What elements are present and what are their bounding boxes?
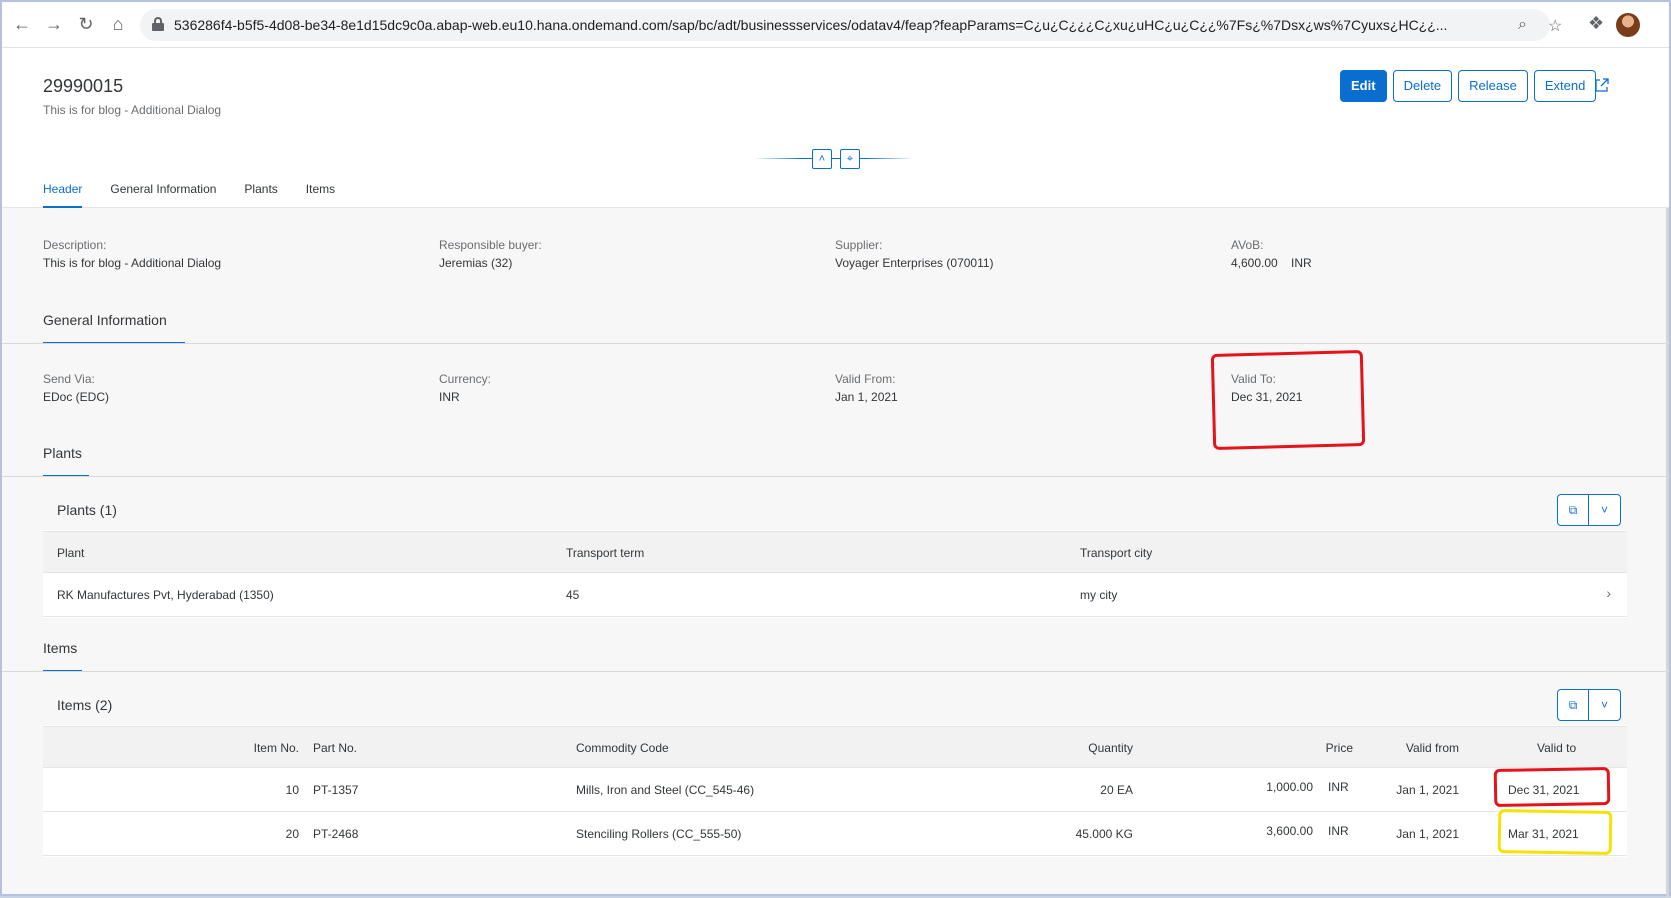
field-currency: Currency: INR bbox=[439, 372, 492, 404]
extensions-puzzle-icon[interactable]: ❖ bbox=[1588, 13, 1604, 34]
cell-price-currency: INR bbox=[1328, 780, 1349, 794]
tab-general-information[interactable]: General Information bbox=[110, 182, 216, 208]
highlight-item-valid-to-mar bbox=[1497, 809, 1613, 855]
share-icon[interactable] bbox=[1594, 77, 1610, 93]
column-header-valid-to[interactable]: Valid to bbox=[1537, 741, 1576, 755]
items-table-toolbar: Items (2) ⧉ ˅ bbox=[43, 683, 1627, 725]
cell-transport-term: 45 bbox=[566, 588, 580, 602]
tab-plants[interactable]: Plants bbox=[244, 182, 277, 208]
items-export-menu: ⧉ ˅ bbox=[1557, 689, 1621, 721]
section-title-general-information: General Information bbox=[43, 312, 167, 328]
lock-icon bbox=[152, 17, 164, 31]
column-header-transport-city[interactable]: Transport city bbox=[1080, 546, 1152, 560]
cell-quantity: 20 EA bbox=[1100, 783, 1133, 797]
plants-table: Plants (1) ⧉ ˅ Plant Transport term Tran… bbox=[43, 488, 1627, 618]
plants-table-title: Plants (1) bbox=[57, 502, 117, 518]
cell-valid-from: Jan 1, 2021 bbox=[1396, 783, 1459, 797]
address-bar[interactable]: 536286f4-b5f5-4d08-be34-8e1d15dc9c0a.aba… bbox=[140, 9, 1562, 41]
highlight-valid-to bbox=[1210, 350, 1366, 450]
cell-transport-city: my city bbox=[1080, 588, 1118, 602]
delete-button[interactable]: Delete bbox=[1392, 70, 1453, 102]
field-supplier: Supplier: Voyager Enterprises (070011) bbox=[835, 238, 994, 270]
bookmark-star-icon[interactable]: ☆ bbox=[1548, 16, 1562, 36]
column-header-quantity[interactable]: Quantity bbox=[983, 741, 1133, 755]
column-header-item-no[interactable]: Item No. bbox=[203, 741, 299, 755]
extend-button[interactable]: Extend bbox=[1533, 70, 1597, 102]
header-actions: Edit Delete Release Extend bbox=[1340, 70, 1597, 102]
pin-header-icon[interactable]: ⌖ bbox=[840, 149, 860, 169]
edit-button[interactable]: Edit bbox=[1340, 70, 1387, 102]
page-subtitle: This is for blog - Additional Dialog bbox=[43, 103, 222, 117]
field-valid-from: Valid From: Jan 1, 2021 bbox=[835, 372, 898, 404]
url-text[interactable]: 536286f4-b5f5-4d08-be34-8e1d15dc9c0a.aba… bbox=[174, 17, 1474, 33]
collapse-header-icon[interactable]: ˄ bbox=[812, 149, 832, 169]
cell-item-no: 10 bbox=[285, 783, 299, 797]
section-title-plants: Plants bbox=[43, 445, 82, 461]
tab-header[interactable]: Header bbox=[43, 182, 83, 208]
back-arrow-icon[interactable]: ← bbox=[10, 12, 34, 36]
plants-export-menu: ⧉ ˅ bbox=[1557, 494, 1621, 526]
field-description: Description: This is for blog - Addition… bbox=[43, 238, 222, 270]
cell-quantity: 45.000 KG bbox=[1075, 827, 1133, 841]
cell-plant: RK Manufactures Pvt, Hyderabad (1350) bbox=[57, 588, 274, 602]
field-send-via: Send Via: EDoc (EDC) bbox=[43, 372, 110, 404]
anchor-tabs: Header General Information Plants Items bbox=[43, 182, 335, 208]
copy-icon[interactable]: ⧉ bbox=[1558, 495, 1590, 525]
section-divider bbox=[2, 671, 1669, 672]
cell-price-currency: INR bbox=[1328, 824, 1349, 838]
table-row[interactable]: 20 PT-2468 Stenciling Rollers (CC_555-50… bbox=[43, 812, 1627, 856]
highlight-item-valid-to-dec bbox=[1493, 766, 1611, 808]
column-header-plant[interactable]: Plant bbox=[57, 546, 84, 560]
items-table: Items (2) ⧉ ˅ Item No. Part No. Commodit… bbox=[43, 683, 1627, 857]
field-avob: AVoB: 4,600.00 INR bbox=[1231, 238, 1312, 270]
section-divider bbox=[2, 476, 1669, 477]
column-header-price[interactable]: Price bbox=[1243, 741, 1353, 755]
field-responsible-buyer: Responsible buyer: Jeremias (32) bbox=[439, 238, 542, 270]
column-header-transport-term[interactable]: Transport term bbox=[566, 546, 644, 560]
zoom-icon[interactable]: ⌕ bbox=[1518, 16, 1527, 34]
forward-arrow-icon[interactable]: → bbox=[42, 12, 66, 36]
plants-table-toolbar: Plants (1) ⧉ ˅ bbox=[43, 488, 1627, 530]
cell-commodity-code: Stenciling Rollers (CC_555-50) bbox=[576, 827, 742, 841]
cell-item-no: 20 bbox=[285, 827, 299, 841]
chevron-down-icon[interactable]: ˅ bbox=[1589, 495, 1620, 525]
cell-price: 1,000.00 bbox=[1266, 780, 1313, 794]
items-table-header: Item No. Part No. Commodity Code Quantit… bbox=[43, 726, 1627, 768]
chevron-right-icon[interactable]: › bbox=[1606, 585, 1611, 601]
column-header-commodity-code[interactable]: Commodity Code bbox=[576, 741, 669, 755]
plants-table-header: Plant Transport term Transport city bbox=[43, 531, 1627, 573]
tab-items[interactable]: Items bbox=[306, 182, 335, 208]
page-title: 29990015 bbox=[43, 76, 124, 96]
cell-valid-from: Jan 1, 2021 bbox=[1396, 827, 1459, 841]
column-header-valid-from[interactable]: Valid from bbox=[1363, 741, 1459, 755]
section-divider bbox=[2, 343, 1669, 344]
home-icon[interactable]: ⌂ bbox=[106, 12, 130, 36]
chevron-down-icon[interactable]: ˅ bbox=[1589, 690, 1620, 720]
profile-avatar[interactable] bbox=[1616, 13, 1640, 37]
items-table-title: Items (2) bbox=[57, 697, 113, 713]
copy-icon[interactable]: ⧉ bbox=[1558, 690, 1590, 720]
header-collapse-line bbox=[754, 158, 914, 159]
cell-part-no: PT-1357 bbox=[313, 783, 359, 797]
cell-price: 3,600.00 bbox=[1266, 824, 1313, 838]
column-header-part-no[interactable]: Part No. bbox=[313, 741, 357, 755]
reload-icon[interactable]: ↻ bbox=[74, 12, 98, 36]
cell-commodity-code: Mills, Iron and Steel (CC_545-46) bbox=[576, 783, 755, 797]
table-row[interactable]: 10 PT-1357 Mills, Iron and Steel (CC_545… bbox=[43, 768, 1627, 812]
table-row[interactable]: RK Manufactures Pvt, Hyderabad (1350) 45… bbox=[43, 573, 1627, 617]
app-window: ← → ↻ ⌂ 536286f4-b5f5-4d08-be34-8e1d15dc… bbox=[0, 0, 1671, 898]
release-button[interactable]: Release bbox=[1458, 70, 1528, 102]
object-page-header: 29990015 This is for blog - Additional D… bbox=[2, 48, 1669, 208]
section-title-items: Items bbox=[43, 640, 78, 656]
browser-toolbar: ← → ↻ ⌂ 536286f4-b5f5-4d08-be34-8e1d15dc… bbox=[2, 2, 1669, 48]
cell-part-no: PT-2468 bbox=[313, 827, 359, 841]
